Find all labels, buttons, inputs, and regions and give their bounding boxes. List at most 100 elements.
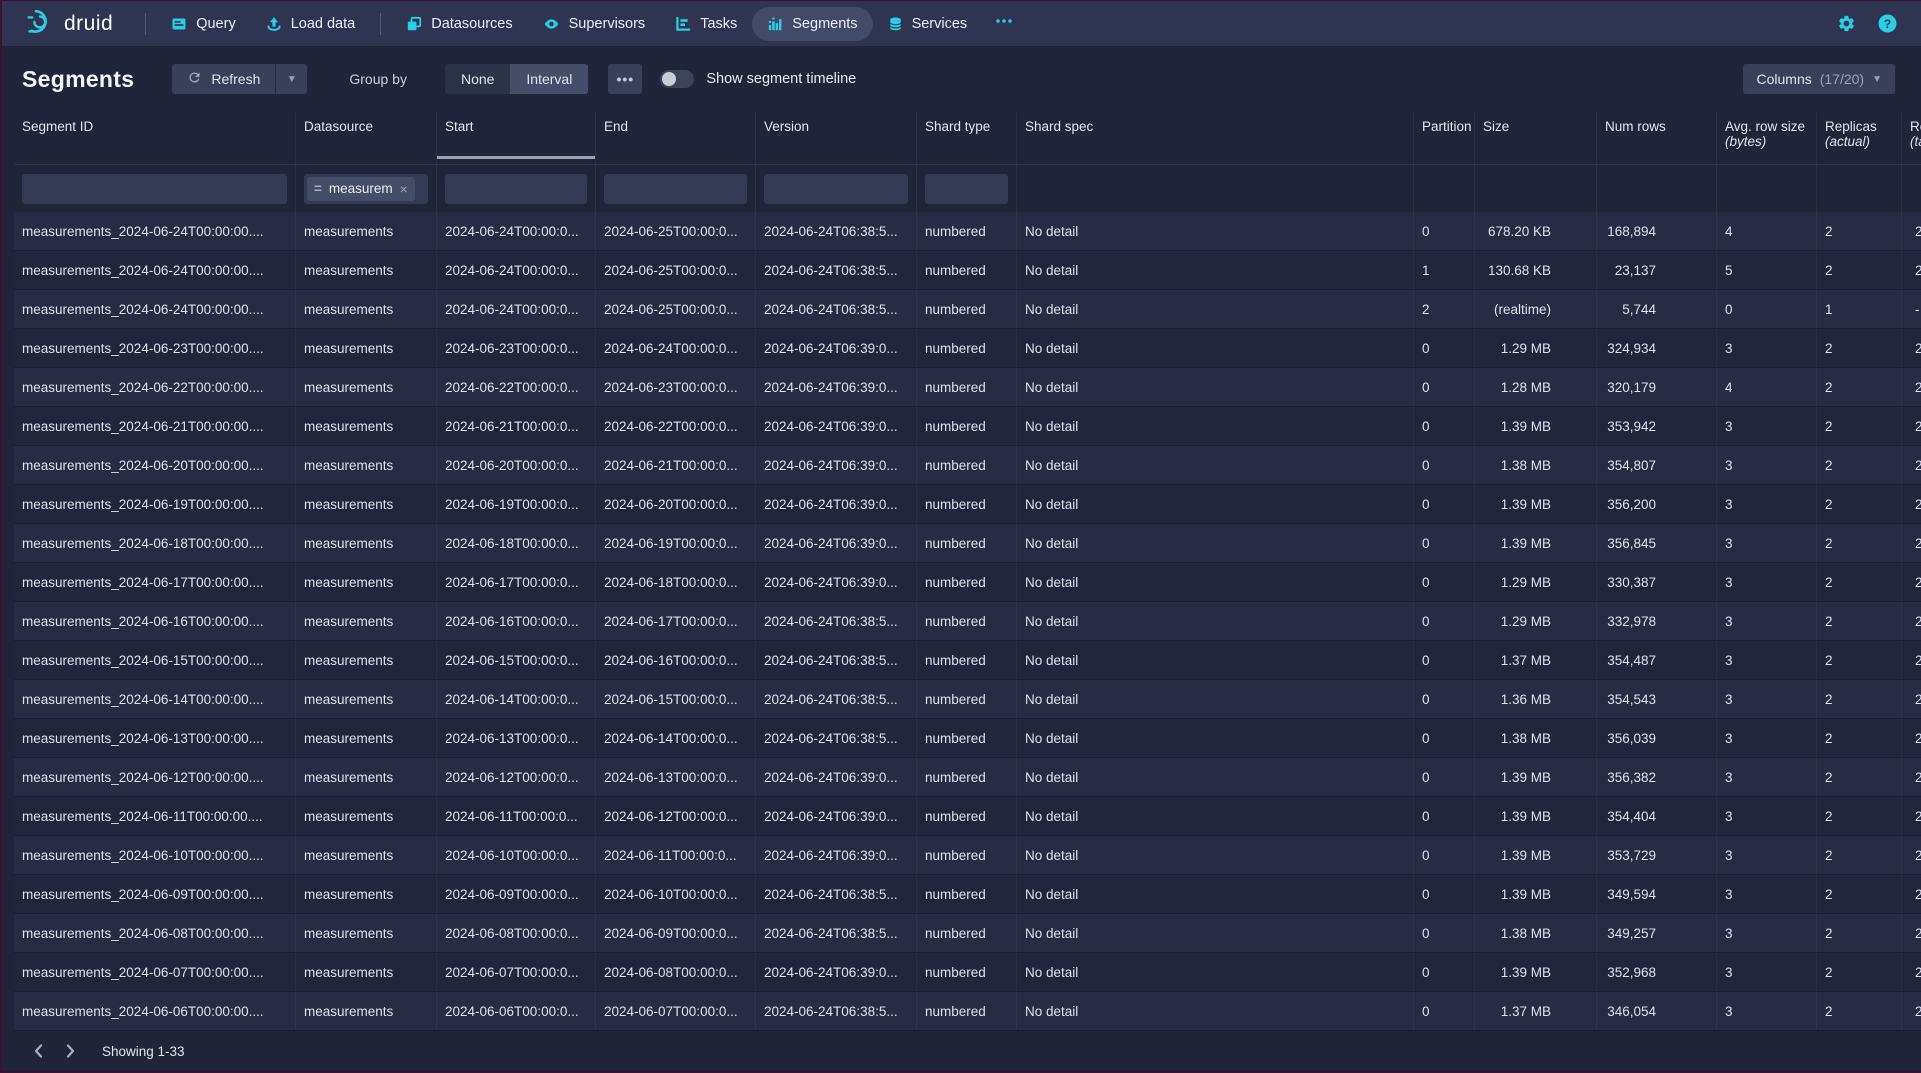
cell-size[interactable]: 1.37 MB [1475,992,1597,1030]
cell-end[interactable]: 2024-06-18T00:00:0... [596,563,756,601]
cell-end[interactable]: 2024-06-08T00:00:0... [596,953,756,991]
cell-segment_id[interactable]: measurements_2024-06-07T00:00:00.... [14,953,296,991]
cell-start[interactable]: 2024-06-17T00:00:0... [437,563,596,601]
nav-item-segments[interactable]: Segments [752,7,872,41]
cell-version[interactable]: 2024-06-24T06:38:5... [756,719,917,757]
cell-start[interactable]: 2024-06-18T00:00:0... [437,524,596,562]
cell-avg_row_size[interactable]: 3 [1717,992,1817,1030]
cell-num_rows[interactable]: 354,487 [1597,641,1717,679]
cell-start[interactable]: 2024-06-12T00:00:0... [437,758,596,796]
cell-shard_spec[interactable]: No detail [1017,875,1414,913]
cell-shard_spec[interactable]: No detail [1017,602,1414,640]
cell-version[interactable]: 2024-06-24T06:39:0... [756,563,917,601]
cell-replication_factor[interactable]: 2 [1902,914,1921,952]
cell-start[interactable]: 2024-06-08T00:00:0... [437,914,596,952]
cell-start[interactable]: 2024-06-22T00:00:0... [437,368,596,406]
cell-end[interactable]: 2024-06-11T00:00:0... [596,836,756,874]
cell-replication_factor[interactable]: 2 [1902,602,1921,640]
cell-shard_spec[interactable]: No detail [1017,797,1414,835]
cell-end[interactable]: 2024-06-25T00:00:0... [596,251,756,289]
cell-version[interactable]: 2024-06-24T06:39:0... [756,953,917,991]
refresh-options-button[interactable]: ▼ [275,64,307,94]
cell-replicas[interactable]: 2 [1817,797,1902,835]
cell-avg_row_size[interactable]: 3 [1717,329,1817,367]
cell-replicas[interactable]: 2 [1817,875,1902,913]
cell-segment_id[interactable]: measurements_2024-06-13T00:00:00.... [14,719,296,757]
cell-segment_id[interactable]: measurements_2024-06-16T00:00:00.... [14,602,296,640]
cell-size[interactable]: 1.28 MB [1475,368,1597,406]
settings-gear-icon[interactable] [1837,14,1856,33]
more-options-button[interactable]: ••• [608,64,642,94]
cell-segment_id[interactable]: measurements_2024-06-19T00:00:00.... [14,485,296,523]
cell-avg_row_size[interactable]: 5 [1717,251,1817,289]
cell-shard_type[interactable]: numbered [917,251,1017,289]
cell-end[interactable]: 2024-06-12T00:00:0... [596,797,756,835]
cell-replicas[interactable]: 2 [1817,914,1902,952]
cell-segment_id[interactable]: measurements_2024-06-24T00:00:00.... [14,212,296,250]
cell-segment_id[interactable]: measurements_2024-06-09T00:00:00.... [14,875,296,913]
cell-version[interactable]: 2024-06-24T06:38:5... [756,914,917,952]
cell-datasource[interactable]: measurements [296,953,437,991]
nav-more-button[interactable] [982,13,1026,34]
cell-datasource[interactable]: measurements [296,524,437,562]
cell-size[interactable]: 1.39 MB [1475,875,1597,913]
cell-end[interactable]: 2024-06-21T00:00:0... [596,446,756,484]
cell-version[interactable]: 2024-06-24T06:38:5... [756,212,917,250]
cell-replicas[interactable]: 2 [1817,407,1902,445]
cell-partition[interactable]: 0 [1414,368,1475,406]
cell-num_rows[interactable]: 332,978 [1597,602,1717,640]
cell-size[interactable]: 1.29 MB [1475,329,1597,367]
cell-size[interactable]: 1.39 MB [1475,758,1597,796]
cell-datasource[interactable]: measurements [296,251,437,289]
cell-replication_factor[interactable]: 2 [1902,836,1921,874]
cell-start[interactable]: 2024-06-16T00:00:0... [437,602,596,640]
cell-shard_spec[interactable]: No detail [1017,758,1414,796]
cell-segment_id[interactable]: measurements_2024-06-24T00:00:00.... [14,251,296,289]
cell-datasource[interactable]: measurements [296,992,437,1030]
nav-item-services[interactable]: Services [873,7,983,41]
cell-size[interactable]: 1.38 MB [1475,914,1597,952]
cell-datasource[interactable]: measurements [296,290,437,328]
filter-input-segment_id[interactable] [22,174,287,204]
cell-version[interactable]: 2024-06-24T06:38:5... [756,251,917,289]
cell-segment_id[interactable]: measurements_2024-06-20T00:00:00.... [14,446,296,484]
cell-avg_row_size[interactable]: 3 [1717,641,1817,679]
cell-replicas[interactable]: 2 [1817,836,1902,874]
cell-replicas[interactable]: 2 [1817,446,1902,484]
cell-num_rows[interactable]: 353,729 [1597,836,1717,874]
cell-datasource[interactable]: measurements [296,485,437,523]
cell-start[interactable]: 2024-06-19T00:00:0... [437,485,596,523]
cell-segment_id[interactable]: measurements_2024-06-10T00:00:00.... [14,836,296,874]
cell-segment_id[interactable]: measurements_2024-06-17T00:00:00.... [14,563,296,601]
cell-end[interactable]: 2024-06-25T00:00:0... [596,212,756,250]
columns-button[interactable]: Columns (17/20) ▼ [1743,64,1895,94]
cell-replicas[interactable]: 2 [1817,212,1902,250]
cell-start[interactable]: 2024-06-24T00:00:0... [437,212,596,250]
cell-shard_spec[interactable]: No detail [1017,563,1414,601]
nav-item-query[interactable]: Query [156,7,251,41]
cell-size[interactable]: 1.37 MB [1475,641,1597,679]
cell-replication_factor[interactable]: 2 [1902,758,1921,796]
column-header-end[interactable]: End [596,112,756,164]
cell-avg_row_size[interactable]: 3 [1717,485,1817,523]
column-header-partition[interactable]: Partition [1414,112,1475,164]
cell-replication_factor[interactable]: 2 [1902,953,1921,991]
cell-replication_factor[interactable]: 2 [1902,368,1921,406]
column-header-segment_id[interactable]: Segment ID [14,112,296,164]
cell-replication_factor[interactable]: - [1902,290,1921,328]
cell-avg_row_size[interactable]: 3 [1717,914,1817,952]
cell-replication_factor[interactable]: 2 [1902,524,1921,562]
cell-replication_factor[interactable]: 2 [1902,563,1921,601]
nav-item-supervisors[interactable]: Supervisors [528,7,661,41]
cell-size[interactable]: 1.39 MB [1475,485,1597,523]
cell-replicas[interactable]: 2 [1817,719,1902,757]
cell-segment_id[interactable]: measurements_2024-06-22T00:00:00.... [14,368,296,406]
cell-start[interactable]: 2024-06-11T00:00:0... [437,797,596,835]
help-icon[interactable]: ? [1878,14,1897,33]
cell-shard_spec[interactable]: No detail [1017,719,1414,757]
cell-num_rows[interactable]: 324,934 [1597,329,1717,367]
cell-version[interactable]: 2024-06-24T06:39:0... [756,407,917,445]
cell-shard_type[interactable]: numbered [917,953,1017,991]
cell-num_rows[interactable]: 5,744 [1597,290,1717,328]
cell-end[interactable]: 2024-06-15T00:00:0... [596,680,756,718]
